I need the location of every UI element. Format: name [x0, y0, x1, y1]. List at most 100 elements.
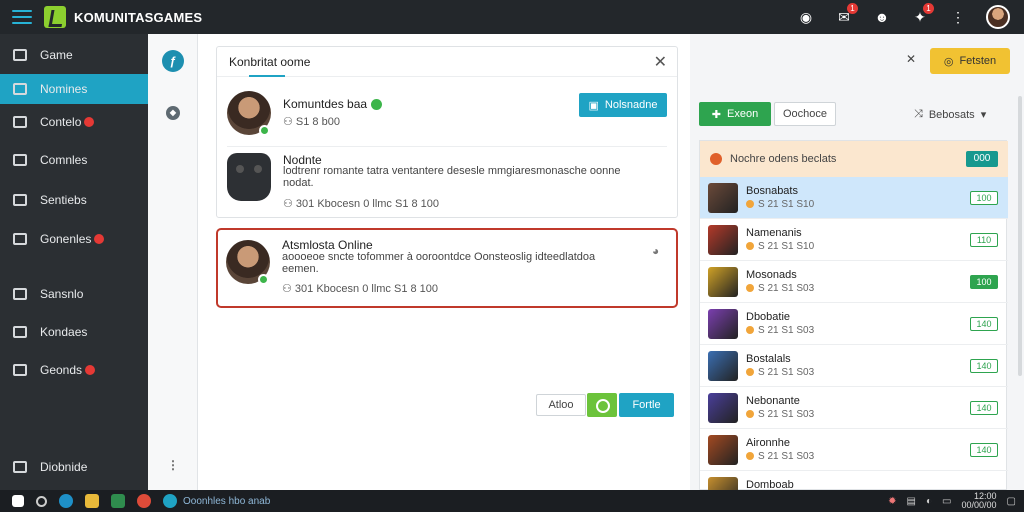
windows-start-icon[interactable] [12, 495, 24, 507]
plus-icon: ✚ [711, 108, 721, 121]
sort-control[interactable]: ⤨ Bebosats ▾ [914, 108, 986, 121]
sliders-icon [13, 288, 27, 300]
cancel-button[interactable]: Atloo [536, 394, 586, 416]
game-info: Mosonads S 21 S1 S03 [746, 269, 814, 294]
sidebar-item-diobnide[interactable]: Diobnide [0, 452, 148, 482]
game-row[interactable]: Dbobatie S 21 S1 S03 140 [700, 303, 1008, 345]
battery-icon[interactable]: ▭ [942, 496, 951, 507]
game-thumbnail[interactable] [708, 266, 738, 297]
game-meta: S 21 S1 S03 [746, 325, 814, 336]
game-thumbnail[interactable] [708, 392, 738, 423]
game-name: Namenanis [746, 227, 802, 239]
online-status-icon [258, 274, 269, 285]
sort-label: Bebosats [928, 108, 975, 121]
game-meta: S 21 S1 S10 [746, 241, 814, 252]
panel-title: Nochre odens beclats [730, 153, 837, 165]
community-card: Konbritat oome ✕ Komuntdes baa ⚇ S1 8 b0… [216, 46, 678, 218]
game-info: Bosnabats S 21 S1 S10 [746, 185, 814, 210]
game-row[interactable]: Aironnhe S 21 S1 S03 140 [700, 429, 1008, 471]
game-thumbnail[interactable] [708, 182, 738, 213]
top-bar: KOMUNITASGAMES ◉ ✉ 1 ☻ ✦ 1 ⋮ [0, 0, 1024, 34]
compose-icon[interactable]: ƒ [162, 50, 184, 72]
primary-action-button[interactable]: Fortle [619, 393, 674, 417]
volume-icon[interactable]: ◐ [926, 496, 932, 507]
game-name: Nebonante [746, 395, 800, 407]
sidebar-item-kondaes[interactable]: Kondaes [0, 317, 148, 347]
play-icon [13, 194, 27, 206]
image-icon [13, 233, 27, 245]
game-action-button[interactable]: 140 [970, 443, 998, 457]
folder-icon[interactable] [85, 494, 99, 508]
edge-icon[interactable] [59, 494, 73, 508]
post-text: aoooeoe sncte tofommer à ooroontdce Oons… [282, 251, 596, 263]
hamburger-menu-icon[interactable] [12, 10, 32, 24]
sidebar-item-nomines[interactable]: Nomines [0, 74, 148, 104]
game-row[interactable]: Bosnabats S 21 S1 S10 100 [700, 177, 1008, 219]
search-icon[interactable] [36, 495, 47, 507]
sidebar-item-comnles[interactable]: Comnles [0, 145, 148, 175]
add-button[interactable]: ✚ Exeon [699, 102, 771, 126]
more-menu-icon[interactable]: ⋮ [948, 7, 968, 27]
filter-option-button[interactable]: Oochoce [774, 102, 836, 126]
sidebar-item-gonenles[interactable]: Gonenles [0, 224, 148, 254]
user-avatar[interactable] [986, 5, 1010, 29]
sidebar-item-label: Diobnide [40, 460, 88, 474]
sidebar-item-sansnlo[interactable]: Sansnlo [0, 279, 148, 309]
camera-icon[interactable]: ◉ [796, 7, 816, 27]
list-icon [13, 154, 27, 166]
scrollbar[interactable] [1018, 96, 1022, 376]
network-icon[interactable]: ▤ [907, 496, 916, 507]
game-row[interactable]: Namenanis S 21 S1 S10 110 [700, 219, 1008, 261]
sidebar-item-sentiebs[interactable]: Sentiebs [0, 185, 148, 215]
follow-button[interactable]: ▣ Nolsnadne [579, 93, 667, 117]
store-icon [13, 116, 27, 128]
member-name-row: Komuntdes baa [283, 97, 383, 111]
game-action-button[interactable]: 100 [970, 275, 998, 289]
panel-header-button[interactable]: 000 [966, 151, 998, 167]
game-thumbnail[interactable] [708, 224, 738, 255]
sidebar-item-contelo[interactable]: Contelo [0, 107, 148, 137]
app-logo [44, 6, 66, 28]
options-icon[interactable]: ◕ [652, 244, 659, 258]
game-row[interactable]: Bostalals S 21 S1 S03 140 [700, 345, 1008, 387]
game-thumbnail[interactable] [708, 308, 738, 339]
game-thumbnail[interactable] [708, 350, 738, 381]
game-row[interactable]: Nebonante S 21 S1 S03 140 [700, 387, 1008, 429]
game-row[interactable]: Mosonads S 21 S1 S03 100 [700, 261, 1008, 303]
game-meta: S 21 S1 S10 [746, 199, 814, 210]
sidebar-item-geonds[interactable]: Geonds [0, 355, 148, 385]
close-icon[interactable]: ✕ [654, 52, 667, 72]
filter-icon[interactable]: ◆ [166, 106, 180, 120]
clock[interactable]: 12:00 00/00/00 [962, 492, 997, 510]
game-name: Bosnabats [746, 185, 798, 197]
game-action-button[interactable]: 140 [970, 317, 998, 331]
game-action-button[interactable]: 100 [970, 191, 998, 205]
game-thumbnail[interactable] [708, 434, 738, 465]
highlighted-post-card[interactable]: Atsmlosta Online aoooeoe sncte tofommer … [216, 228, 678, 308]
game-action-button[interactable]: 140 [970, 359, 998, 373]
notifications-center-icon[interactable]: ▢ [1007, 496, 1016, 507]
active-window-title[interactable]: Ooonhles hbo anab [183, 496, 270, 507]
active-app-icon[interactable] [163, 494, 177, 508]
game-name: Aironnhe [746, 437, 791, 449]
messages-icon[interactable]: ✦ 1 [910, 3, 934, 27]
chrome-icon[interactable] [137, 494, 151, 508]
game-action-button[interactable]: 110 [970, 233, 998, 247]
taskbar: Ooonhles hbo anab ✹ ▤ ◐ ▭ 12:00 00/00/00 … [0, 490, 1024, 512]
filter-option-label: Oochoce [782, 108, 828, 120]
collapse-icon[interactable]: ✕ [906, 52, 916, 66]
app-icon[interactable] [111, 494, 125, 508]
post-meta-text: 301 Kbocesn 0 llmc S1 8 100 [295, 198, 440, 210]
member-stats: ⚇ S1 8 b00 [283, 115, 340, 128]
notifications-icon[interactable]: ✉ 1 [834, 3, 858, 27]
more-vertical-icon[interactable]: ⋮ [166, 458, 180, 472]
game-action-button[interactable]: 140 [970, 401, 998, 415]
tray-icon[interactable]: ✹ [888, 496, 896, 507]
follow-button-label: Nolsnadne [604, 99, 658, 111]
coin-icon [746, 242, 754, 251]
confirm-icon-button[interactable] [587, 393, 617, 417]
top-action-button[interactable]: ◎ Fetsten [930, 48, 1010, 74]
friends-icon[interactable]: ☻ [872, 7, 892, 27]
sidebar-item-game[interactable]: Game [0, 40, 148, 70]
sidebar: Game Nomines Contelo Comnles Sentiebs Go… [0, 34, 148, 490]
